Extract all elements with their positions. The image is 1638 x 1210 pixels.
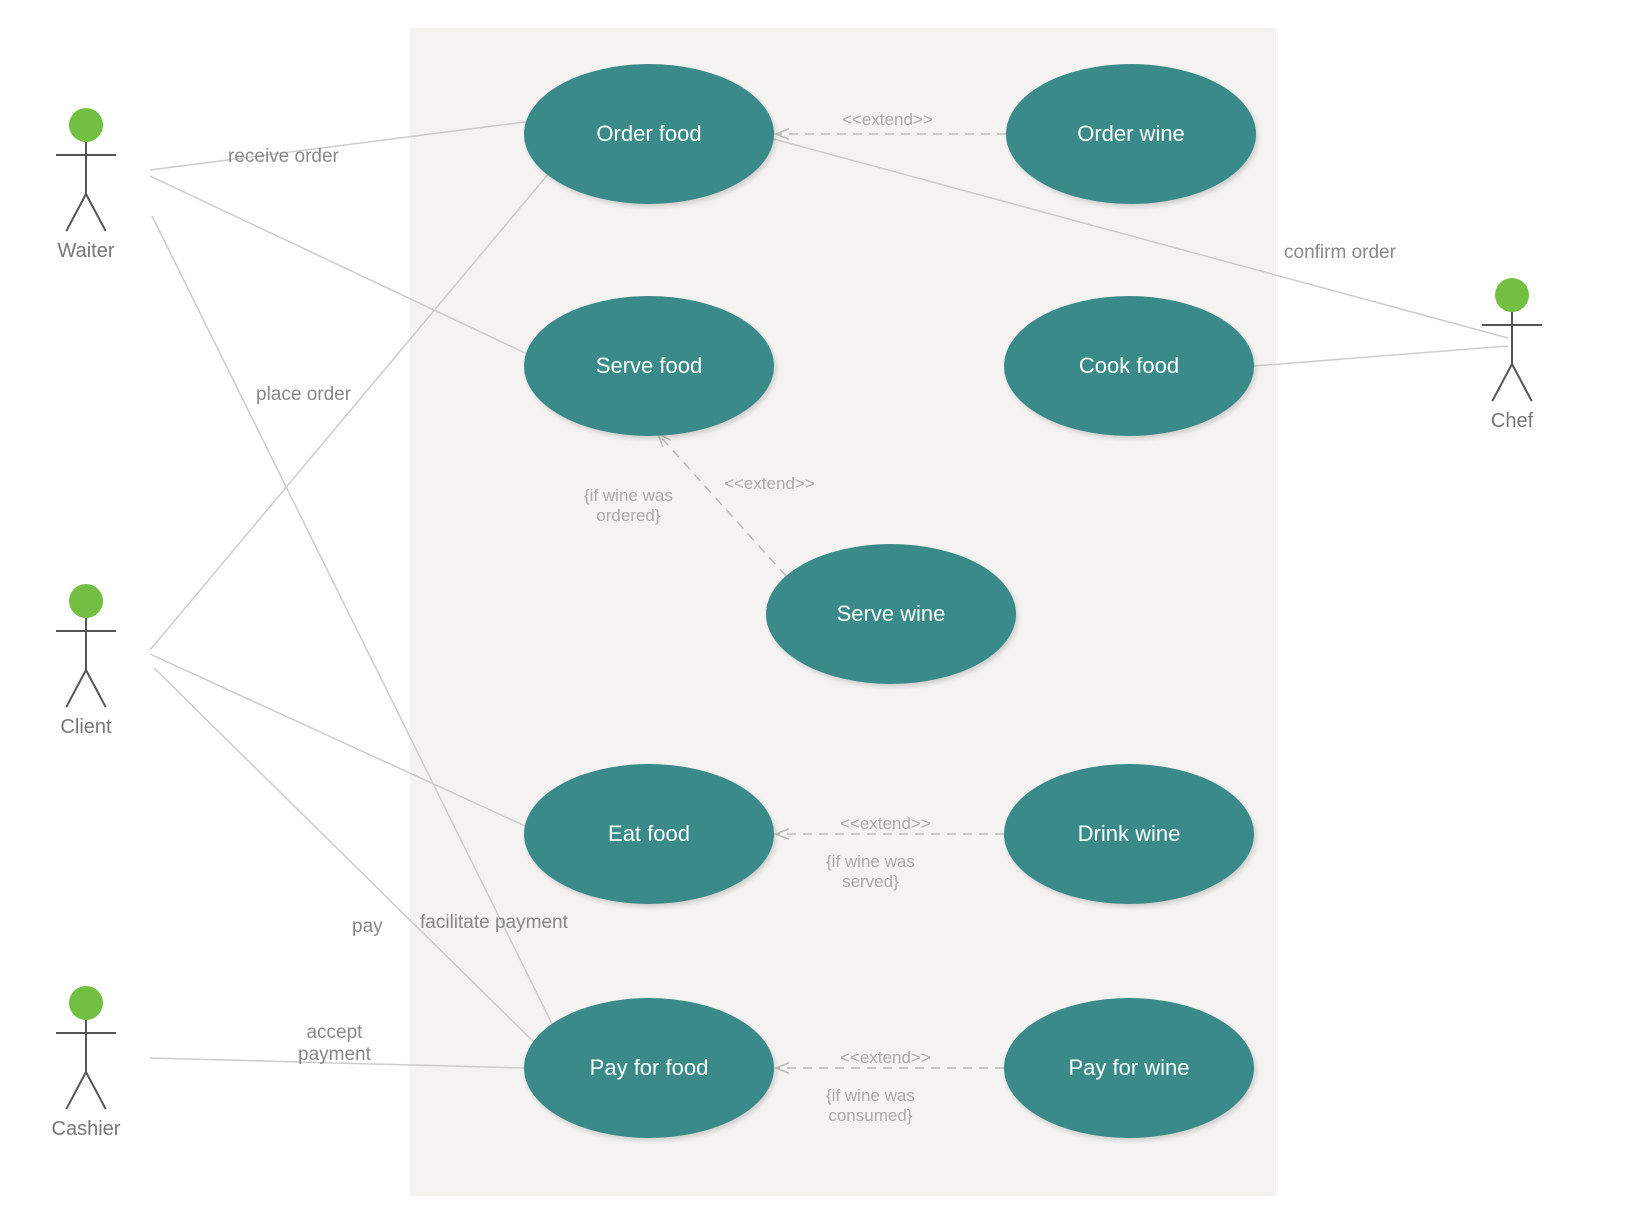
actor-arms-icon	[1482, 324, 1542, 326]
edge-label: accept payment	[298, 1022, 371, 1066]
usecase-order-wine: Order wine	[1006, 64, 1256, 204]
actor-legs-icon	[61, 672, 111, 712]
usecase-pay-food: Pay for food	[524, 998, 774, 1138]
edge-label: {if wine was consumed}	[826, 1086, 915, 1126]
actor-arms-icon	[56, 630, 116, 632]
usecase-order-food: Order food	[524, 64, 774, 204]
actor-head-icon	[1495, 278, 1529, 312]
actor-legs-icon	[61, 1074, 111, 1114]
edge-label: {if wine was served}	[826, 852, 915, 892]
actor-legs-icon	[1487, 366, 1537, 406]
actor-arms-icon	[56, 154, 116, 156]
edge-label: <<extend>>	[840, 814, 931, 834]
actor-head-icon	[69, 108, 103, 142]
actor-legs-icon	[61, 196, 111, 236]
actor-body-icon	[85, 1020, 87, 1074]
usecase-serve-wine: Serve wine	[766, 544, 1016, 684]
actor-client: Client	[61, 584, 111, 712]
usecase-drink-wine: Drink wine	[1004, 764, 1254, 904]
usecase-pay-wine: Pay for wine	[1004, 998, 1254, 1138]
actor-waiter: Waiter	[61, 108, 111, 236]
actor-arms-icon	[56, 1032, 116, 1034]
edge-label: confirm order	[1284, 242, 1396, 264]
actor-body-icon	[85, 618, 87, 672]
actor-label: Waiter	[57, 240, 114, 263]
edge-label: pay	[352, 916, 383, 938]
actor-label: Chef	[1491, 410, 1533, 433]
diagram-canvas: Waiter Client Cashier Chef Order food Order w…	[0, 0, 1638, 1210]
edge-label: {if wine was ordered}	[584, 486, 673, 526]
edge-label: <<extend>>	[840, 1048, 931, 1068]
actor-cashier: Cashier	[61, 986, 111, 1114]
edge-label: place order	[256, 384, 351, 406]
usecase-eat-food: Eat food	[524, 764, 774, 904]
edge-label: <<extend>>	[842, 110, 933, 130]
usecase-serve-food: Serve food	[524, 296, 774, 436]
actor-label: Client	[60, 716, 111, 739]
actor-head-icon	[69, 584, 103, 618]
actor-head-icon	[69, 986, 103, 1020]
edge-label: <<extend>>	[724, 474, 815, 494]
edge-label: receive order	[228, 146, 339, 168]
edge-label: facilitate payment	[420, 912, 568, 934]
actor-body-icon	[1511, 312, 1513, 366]
actor-label: Cashier	[52, 1118, 121, 1141]
actor-chef: Chef	[1487, 278, 1537, 406]
usecase-cook-food: Cook food	[1004, 296, 1254, 436]
actor-body-icon	[85, 142, 87, 196]
